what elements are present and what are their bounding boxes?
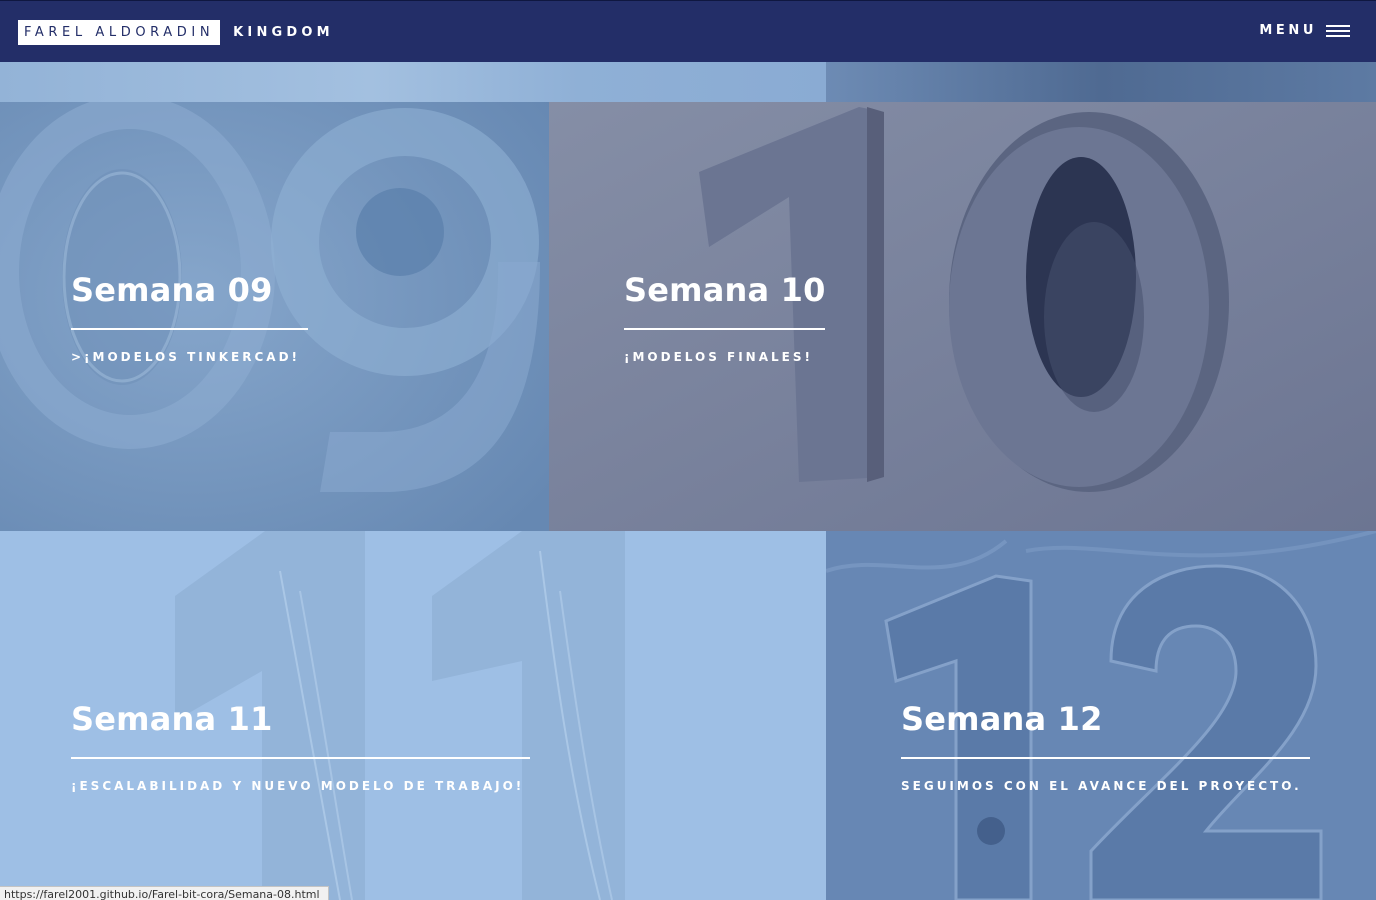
week-12-divider [901,757,1310,759]
brand-name-box: FAREL ALDORADIN [18,20,221,45]
week-10-tile[interactable]: Semana 10 ¡MODELOS FINALES! [549,102,1376,531]
week-11-content: Semana 11 ¡ESCALABILIDAD Y NUEVO MODELO … [71,700,530,793]
menu-label: MENU [1259,23,1317,38]
week-11-title: Semana 11 [71,700,273,738]
week-12-subtitle: SEGUIMOS CON EL AVANCE DEL PROYECTO. [901,779,1302,793]
week-09-tile[interactable]: Semana 09 >¡MODELOS TINKERCAD! [0,102,549,531]
brand-logo[interactable]: FAREL ALDORADIN KINGDOM [18,20,334,45]
week-10-title: Semana 10 [624,271,826,309]
week-10-divider [624,328,825,330]
week-12-content: Semana 12 SEGUIMOS CON EL AVANCE DEL PRO… [901,700,1310,793]
week-09-divider [71,328,308,330]
week-12-title: Semana 12 [901,700,1103,738]
brand-name-suffix: KINGDOM [233,25,334,40]
week-11-divider [71,757,530,759]
week-10-content: Semana 10 ¡MODELOS FINALES! [624,271,826,364]
week-09-title: Semana 09 [71,271,273,309]
week-09-content: Semana 09 >¡MODELOS TINKERCAD! [71,271,308,364]
menu-button[interactable]: MENU [1259,23,1350,38]
week-09-subtitle: >¡MODELOS TINKERCAD! [71,350,301,364]
top-navbar: FAREL ALDORADIN KINGDOM MENU [0,0,1376,62]
week-10-subtitle: ¡MODELOS FINALES! [624,350,813,364]
previous-tile-left-partial[interactable] [0,62,826,102]
week-12-tile[interactable]: Semana 12 SEGUIMOS CON EL AVANCE DEL PRO… [826,531,1376,900]
week-11-tile[interactable]: Semana 11 ¡ESCALABILIDAD Y NUEVO MODELO … [0,531,826,900]
link-preview-status-bar: https://farel2001.github.io/Farel-bit-co… [0,886,329,900]
previous-tile-right-partial[interactable] [826,62,1376,102]
week-11-subtitle: ¡ESCALABILIDAD Y NUEVO MODELO DE TRABAJO… [71,779,525,793]
hamburger-icon [1326,24,1350,37]
